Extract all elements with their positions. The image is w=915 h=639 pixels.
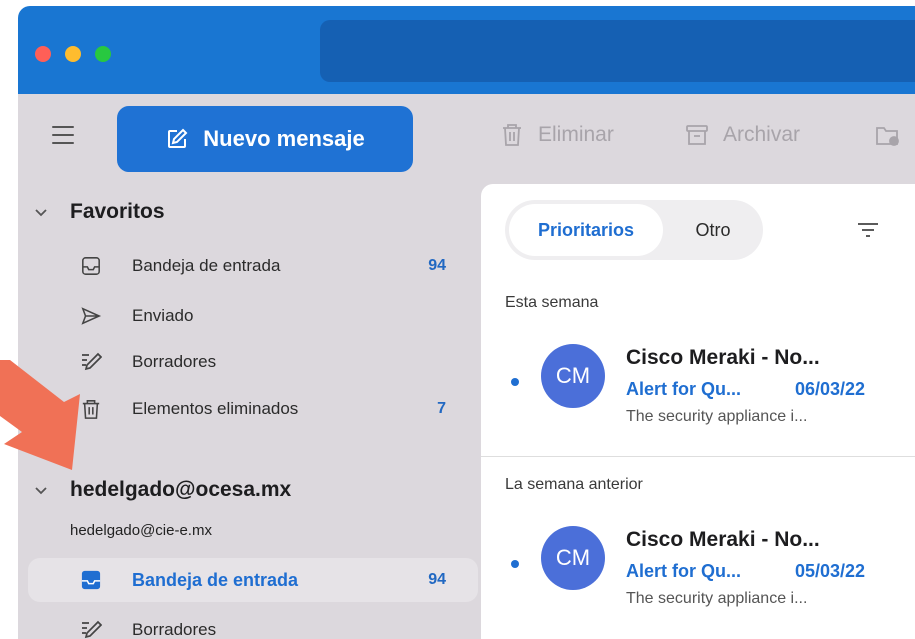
folder-account-drafts[interactable]: Borradores xyxy=(28,608,478,639)
minimize-window-button[interactable] xyxy=(65,46,81,62)
message-sender: Cisco Meraki - No... xyxy=(626,346,820,369)
folder-account-inbox[interactable]: Bandeja de entrada 94 xyxy=(28,558,478,602)
folder-label: Elementos eliminados xyxy=(132,399,299,418)
tab-focused[interactable]: Prioritarios xyxy=(509,204,663,256)
unread-indicator xyxy=(511,560,519,568)
archive-button[interactable]: Archivar xyxy=(685,122,800,148)
app-body: Nuevo mensaje Eliminar Archivar Favorito… xyxy=(18,94,915,639)
folder-label: Enviado xyxy=(132,306,194,325)
folder-favorites-sent[interactable]: Enviado xyxy=(28,294,478,338)
delete-button[interactable]: Eliminar xyxy=(500,122,614,148)
unread-indicator xyxy=(511,378,519,386)
message-preview: The security appliance i... xyxy=(626,408,808,425)
avatar: CM xyxy=(541,344,605,408)
folder-label: Bandeja de entrada xyxy=(132,256,281,275)
inbox-icon xyxy=(80,255,102,277)
drafts-icon xyxy=(80,351,102,373)
avatar: CM xyxy=(541,526,605,590)
group-header: Esta semana xyxy=(505,294,599,311)
message-subject: Alert for Qu... xyxy=(626,379,742,399)
tab-other[interactable]: Otro xyxy=(675,204,751,256)
message-date: 06/03/22 xyxy=(795,379,866,399)
chevron-down-icon xyxy=(35,487,47,495)
message-item[interactable]: CM Cisco Meraki - No... Alert for Qu... … xyxy=(481,326,915,444)
unread-count: 94 xyxy=(428,571,446,588)
page-margin xyxy=(0,0,18,639)
message-sender: Cisco Meraki - No... xyxy=(626,528,820,551)
group-header: La semana anterior xyxy=(505,476,643,493)
account-section-header[interactable]: hedelgado@ocesa.mx xyxy=(32,478,291,502)
filter-icon[interactable] xyxy=(857,222,879,238)
inbox-icon xyxy=(80,569,102,591)
send-icon xyxy=(80,305,102,327)
annotation-arrow xyxy=(0,360,80,470)
folder-label: Bandeja de entrada xyxy=(132,569,299,590)
trash-icon xyxy=(80,398,102,420)
new-message-label: Nuevo mensaje xyxy=(203,126,365,151)
favorites-section-header[interactable]: Favoritos xyxy=(32,200,165,224)
folder-favorites-inbox[interactable]: Bandeja de entrada 94 xyxy=(28,244,478,288)
message-preview: The security appliance i... xyxy=(626,590,808,607)
archive-label: Archivar xyxy=(723,123,801,146)
new-message-button[interactable]: Nuevo mensaje xyxy=(117,106,413,172)
account-subtitle: hedelgado@cie-e.mx xyxy=(70,522,212,539)
drafts-icon xyxy=(80,619,102,639)
compose-icon xyxy=(168,128,188,148)
unread-count: 94 xyxy=(428,257,446,274)
unread-count: 7 xyxy=(437,400,446,417)
folder-favorites-deleted[interactable]: Elementos eliminados 7 xyxy=(28,387,478,431)
title-bar xyxy=(18,6,915,94)
hamburger-icon[interactable] xyxy=(52,126,74,144)
trash-icon xyxy=(503,124,521,146)
favorites-title: Favoritos xyxy=(70,200,165,223)
search-bar[interactable] xyxy=(320,20,915,82)
message-subject: Alert for Qu... xyxy=(626,561,742,581)
folder-sidebar: Favoritos Bandeja de entrada 94 Enviado … xyxy=(18,194,480,639)
account-title: hedelgado@ocesa.mx xyxy=(70,478,292,501)
move-button[interactable] xyxy=(875,122,899,148)
close-window-button[interactable] xyxy=(35,46,51,62)
move-to-folder-icon xyxy=(876,127,899,146)
folder-favorites-drafts[interactable]: Borradores xyxy=(28,340,478,384)
delete-label: Eliminar xyxy=(538,123,614,146)
message-list-pane: Prioritarios Otro Esta semana CM Cisco M… xyxy=(481,184,915,639)
message-date: 05/03/22 xyxy=(795,561,866,581)
folder-label: Borradores xyxy=(132,352,217,371)
divider xyxy=(481,456,915,457)
chevron-down-icon xyxy=(35,209,47,217)
inbox-pivot: Prioritarios Otro xyxy=(505,200,763,260)
archive-icon xyxy=(686,125,708,145)
folder-label: Borradores xyxy=(132,620,217,639)
zoom-window-button[interactable] xyxy=(95,46,111,62)
message-item[interactable]: CM Cisco Meraki - No... Alert for Qu... … xyxy=(481,508,915,626)
